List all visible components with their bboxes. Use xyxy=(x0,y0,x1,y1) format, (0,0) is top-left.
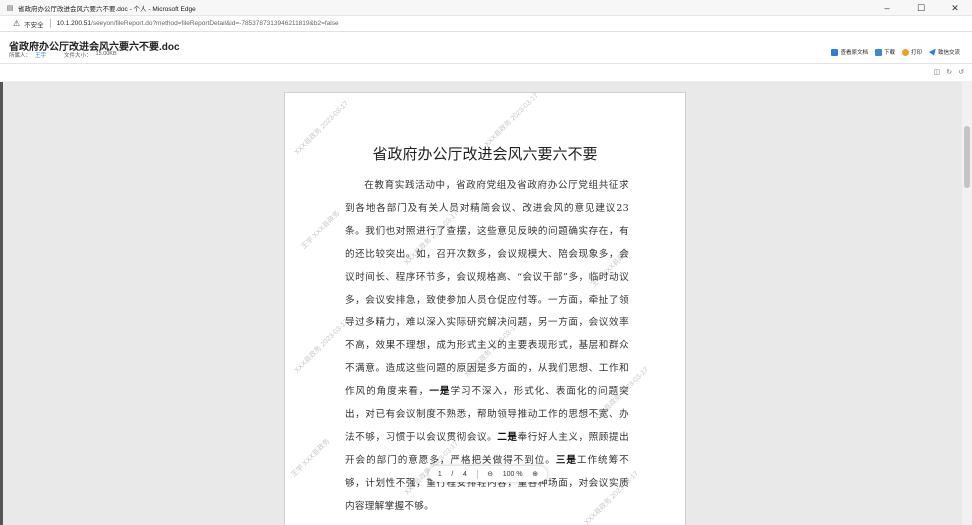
total-pages: 4 xyxy=(463,470,467,478)
minimize-button[interactable]: – xyxy=(870,0,904,16)
address-bar[interactable]: ⚠ 不安全 10.1.200.51/seeyon/fileReport.do?m… xyxy=(0,16,972,32)
zoom-level: 100 % xyxy=(502,470,523,478)
viewer-tools: ◫ ↻ ↺ xyxy=(934,68,964,76)
watermark: 王宇 XXX县政务 xyxy=(300,209,342,251)
maximize-button[interactable]: ☐ xyxy=(904,0,938,16)
window-controls: – ☐ ✕ xyxy=(870,0,972,16)
send-message-button[interactable]: 致信交流 xyxy=(928,48,960,56)
size-label: 文件大小： xyxy=(64,53,92,59)
header-actions: 查看原文档 下载 打印 致信交流 xyxy=(831,48,960,56)
document-heading: 省政府办公厅改进会风六要六不要 xyxy=(372,145,598,163)
page-separator: / xyxy=(451,470,454,478)
current-page-input[interactable]: 1 xyxy=(438,471,442,478)
zoom-out-icon[interactable]: ⊖ xyxy=(487,470,493,478)
download-button[interactable]: 下载 xyxy=(874,48,895,56)
print-icon xyxy=(901,48,909,56)
print-button[interactable]: 打印 xyxy=(901,48,922,56)
refresh-icon[interactable]: ↻ xyxy=(946,68,952,76)
insecure-label[interactable]: 不安全 xyxy=(24,19,44,29)
view-original-button[interactable]: 查看原文档 xyxy=(831,48,868,56)
download-label: 下载 xyxy=(883,50,895,56)
document-icon xyxy=(831,48,839,56)
edge-app-icon: ▤ xyxy=(6,4,14,12)
address-divider xyxy=(49,19,51,28)
warning-icon[interactable]: ⚠ xyxy=(13,19,20,28)
rotate-icon[interactable]: ↺ xyxy=(958,68,964,76)
document-page: XXX县政务 2023-03-17 XXX县政务 2023-03-17 王宇 X… xyxy=(284,92,686,525)
watermark: XXX县政务 2023-03-17 xyxy=(293,318,350,375)
send-icon xyxy=(928,48,936,56)
page-navigator: 1 / 4 ⊖ 100 % ⊕ xyxy=(429,466,547,482)
watermark: XXX县政务 2023-03-17 xyxy=(483,92,540,149)
document-viewer[interactable]: XXX县政务 2023-03-17 XXX县政务 2023-03-17 王宇 X… xyxy=(0,82,972,525)
print-label: 打印 xyxy=(910,50,922,56)
view-original-label: 查看原文档 xyxy=(840,50,868,56)
layout-icon[interactable]: ◫ xyxy=(934,68,941,76)
url-host: 10.1.200.51 xyxy=(56,20,92,27)
size-value: 15.00KB xyxy=(95,51,117,57)
watermark: 王宇 XXX县政务 xyxy=(290,437,332,479)
viewer-toolbar: ◫ ↻ ↺ xyxy=(0,64,972,82)
pager-divider xyxy=(476,469,478,479)
window-titlebar: ▤ 省政府办公厅改进会风六要六不要.doc - 个人 - Microsoft E… xyxy=(0,0,972,16)
scrollbar-thumb[interactable] xyxy=(964,126,970,188)
url-path: /seeyon/fileReport.do?method=fileReportD… xyxy=(91,20,339,27)
send-message-label: 致信交流 xyxy=(937,50,960,56)
owner-name[interactable]: 王宇 xyxy=(35,51,46,59)
report-header: 省政府办公厅改进会风六要六不要.doc 所属人： 王宇 文件大小： 15.00K… xyxy=(0,32,972,64)
point-two-label: 二是 xyxy=(497,431,518,443)
document-meta: 所属人： 王宇 文件大小： 15.00KB xyxy=(9,51,117,59)
point-one-label: 一是 xyxy=(429,386,451,398)
window-title: 省政府办公厅改进会风六要六不要.doc - 个人 - Microsoft Edg… xyxy=(18,5,196,13)
url-text[interactable]: 10.1.200.51/seeyon/fileReport.do?method=… xyxy=(57,20,339,27)
vertical-scrollbar[interactable] xyxy=(962,82,972,525)
point-three-label: 三是 xyxy=(555,454,577,466)
download-icon xyxy=(874,48,882,56)
close-button[interactable]: ✕ xyxy=(938,0,972,16)
owner-label: 所属人： xyxy=(9,53,32,59)
zoom-in-icon[interactable]: ⊕ xyxy=(532,470,538,478)
